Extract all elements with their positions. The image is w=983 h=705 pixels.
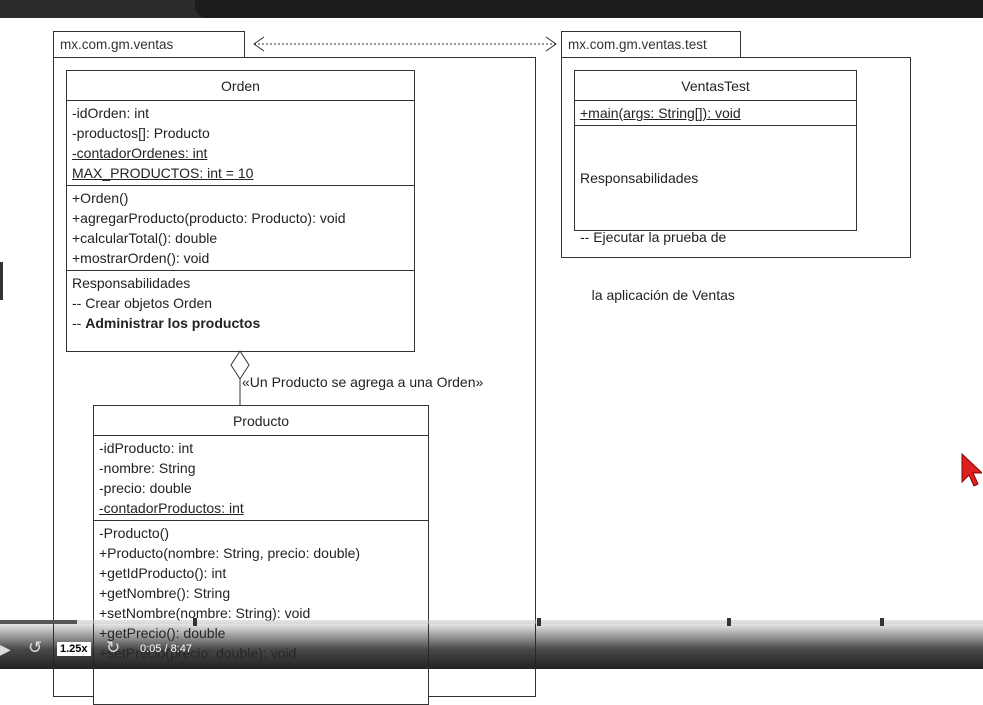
chapter-marker[interactable]: [727, 618, 731, 626]
chapter-marker[interactable]: [537, 618, 541, 626]
package-tab-test: mx.com.gm.ventas.test: [561, 31, 741, 58]
mouse-cursor-icon: [961, 452, 982, 487]
time-display: 0:05 / 8:47: [140, 643, 192, 655]
method: -Producto(): [99, 525, 170, 541]
chapter-marker[interactable]: [880, 618, 884, 626]
attribute: -contadorOrdenes: int: [72, 145, 208, 161]
play-icon[interactable]: ▶: [0, 641, 11, 658]
method: +getIdProducto(): int: [99, 565, 227, 581]
class-name: Producto: [94, 406, 428, 436]
attribute: -precio: double: [99, 480, 192, 496]
method: +mostrarOrden(): void: [72, 250, 210, 266]
attributes: -idOrden: int -productos[]: Producto -cont…: [67, 101, 414, 186]
progress-fill: [0, 620, 77, 624]
attribute: -productos[]: Producto: [72, 125, 210, 141]
attribute: -idOrden: int: [72, 105, 150, 121]
methods: +Orden() +agregarProducto(producto: Produ…: [67, 186, 414, 271]
attribute: -nombre: String: [99, 460, 196, 476]
resp-item-bold: -- Administrar los productos: [72, 315, 261, 331]
responsibilities: Responsabilidades -- Crear objetos Orden…: [67, 271, 414, 335]
browser-toolbar: [0, 0, 983, 18]
attribute: -idProducto: int: [99, 440, 194, 456]
resp-title: Responsabilidades: [72, 275, 191, 291]
method: +main(args: String[]): void: [575, 101, 856, 126]
progress-bar[interactable]: [0, 620, 983, 624]
attribute: -contadorProductos: int: [99, 500, 244, 516]
aggregation-label: «Un Producto se agrega a una Orden»: [242, 374, 484, 390]
class-ventastest[interactable]: VentasTest +main(args: String[]): void R…: [574, 70, 857, 303]
resp-item: -- Crear objetos Orden: [72, 295, 213, 311]
method: +calcularTotal(): double: [72, 230, 218, 246]
attribute: MAX_PRODUCTOS: int = 10: [72, 165, 254, 181]
resp-item: la aplicación de Ventas: [580, 287, 735, 303]
chapter-marker[interactable]: [193, 618, 197, 626]
playback-speed-button[interactable]: 1.25x: [57, 642, 91, 656]
class-name: Orden: [67, 71, 414, 101]
attributes: -idProducto: int -nombre: String -precio: …: [94, 436, 428, 521]
side-handle: [0, 262, 3, 300]
dependency-arrow: [253, 36, 557, 52]
method: +Producto(nombre: String, precio: double…: [99, 545, 361, 561]
method: +agregarProducto(producto: Producto): vo…: [72, 210, 346, 226]
forward-icon[interactable]: ↻: [106, 638, 120, 658]
replay-icon[interactable]: ↺: [28, 638, 42, 658]
resp-item: -- Ejecutar la prueba de: [580, 229, 727, 245]
responsibilities: Responsabilidades -- Ejecutar la prueba …: [575, 126, 856, 346]
class-orden[interactable]: Orden -idOrden: int -productos[]: Product…: [66, 70, 415, 352]
resp-title: Responsabilidades: [580, 170, 699, 186]
class-name: VentasTest: [575, 71, 856, 101]
package-tab-main: mx.com.gm.ventas: [53, 31, 245, 58]
address-bar[interactable]: [195, 0, 983, 18]
method: +Orden(): [72, 190, 129, 206]
method: +getNombre(): String: [99, 585, 231, 601]
